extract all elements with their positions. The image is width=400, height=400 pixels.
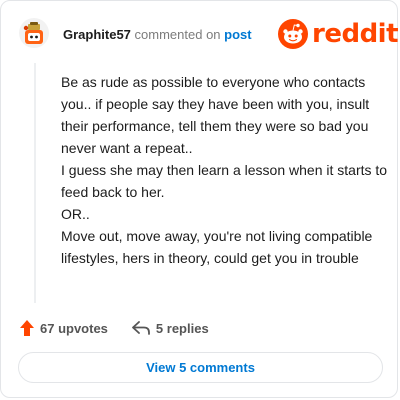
reddit-wordmark: reddit: [312, 19, 399, 49]
thread-line[interactable]: [34, 63, 36, 303]
user-avatar-icon[interactable]: [19, 18, 49, 48]
reply-arrow-icon[interactable]: [132, 321, 150, 335]
post-link[interactable]: post: [224, 27, 251, 42]
username-link[interactable]: Graphite57: [63, 27, 131, 42]
reply-count[interactable]: 5 replies: [156, 321, 209, 336]
comment-paragraph: I guess she may then learn a lesson when…: [61, 162, 391, 200]
comment-actions: 67 upvotes 5 replies: [20, 319, 209, 337]
upvote-count: 67 upvotes: [40, 320, 108, 336]
comment-paragraph: Move out, move away, you're not living c…: [61, 228, 377, 266]
upvote-arrow-icon[interactable]: [20, 320, 34, 336]
comment-paragraph: Be as rude as possible to everyone who c…: [61, 74, 374, 156]
reddit-alien-icon: [278, 19, 308, 49]
comment-header: Graphite57 commented on post: [63, 27, 252, 43]
comment-paragraph: OR..: [61, 206, 90, 222]
commented-on-label: commented on: [134, 27, 221, 42]
reddit-logo[interactable]: reddit: [278, 18, 399, 50]
view-comments-button[interactable]: View 5 comments: [18, 352, 383, 383]
comment-card: Graphite57 commented on post reddit Be a…: [0, 0, 399, 398]
comment-body: Be as rude as possible to everyone who c…: [61, 71, 389, 269]
